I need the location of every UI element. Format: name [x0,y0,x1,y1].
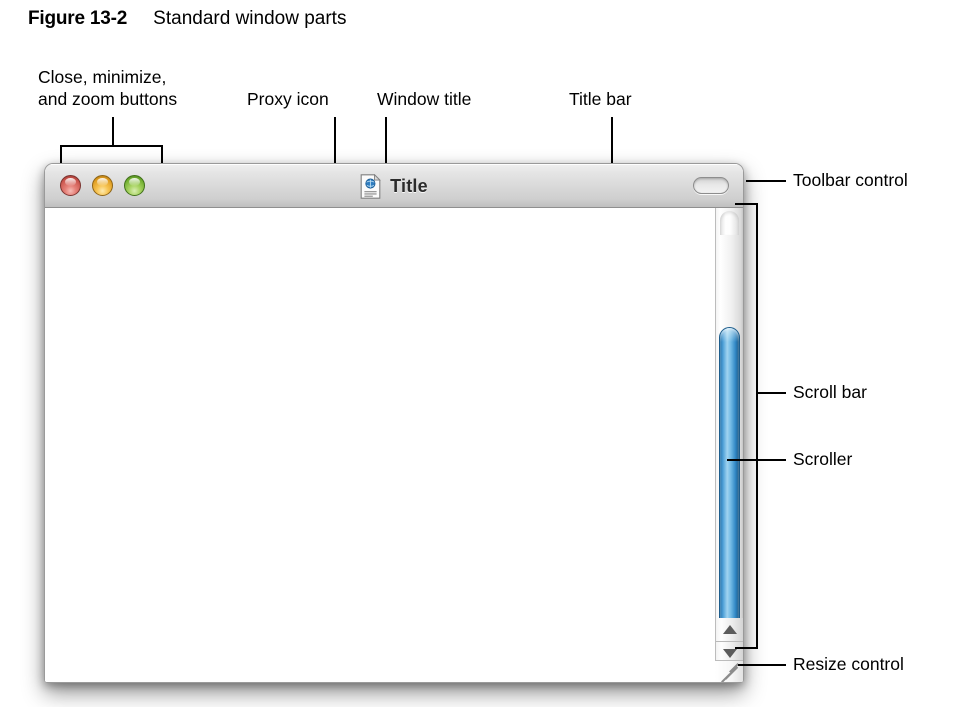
callout-resize-control: Resize control [793,654,904,674]
resize-grip-icon [721,673,731,682]
figure-title: Standard window parts [153,8,347,29]
window-content-area[interactable] [45,208,743,682]
leader-line-proxy-icon [334,117,336,164]
leader-line-scroller [727,459,786,461]
minimize-button[interactable] [92,175,113,196]
callout-scroller: Scroller [793,449,853,469]
leader-line-title-bar [611,117,613,164]
leader-line-buttons-stem [112,117,114,145]
callout-title-bar: Title bar [569,89,632,109]
leader-line-window-title [385,117,387,167]
triangle-down-icon [722,649,737,658]
leader-bracket-scroll-bar [735,203,758,649]
leader-line-toolbar-control [746,180,786,182]
title-bar-center: Title [45,173,743,199]
figure-caption: Figure 13-2 Standard window parts [28,8,346,30]
callout-close-minimize-zoom-buttons: Close, minimize, and zoom buttons [38,67,178,110]
zoom-button[interactable] [124,175,145,196]
window-title: Title [390,176,428,196]
figure-number: Figure 13-2 [28,8,128,29]
proxy-icon[interactable] [360,173,382,199]
callout-window-title: Window title [377,89,472,109]
title-bar[interactable]: Title [45,164,743,208]
callout-proxy-icon: Proxy icon [247,89,329,109]
leader-bracket-buttons [60,145,163,165]
callout-toolbar-control: Toolbar control [793,170,908,190]
leader-line-resize-control [738,664,786,666]
leader-line-scroll-bar [758,392,786,394]
standard-window: Title [44,163,744,683]
toolbar-control-button[interactable] [693,177,729,194]
window-buttons-group [60,175,145,196]
callout-scroll-bar: Scroll bar [793,382,867,402]
close-button[interactable] [60,175,81,196]
